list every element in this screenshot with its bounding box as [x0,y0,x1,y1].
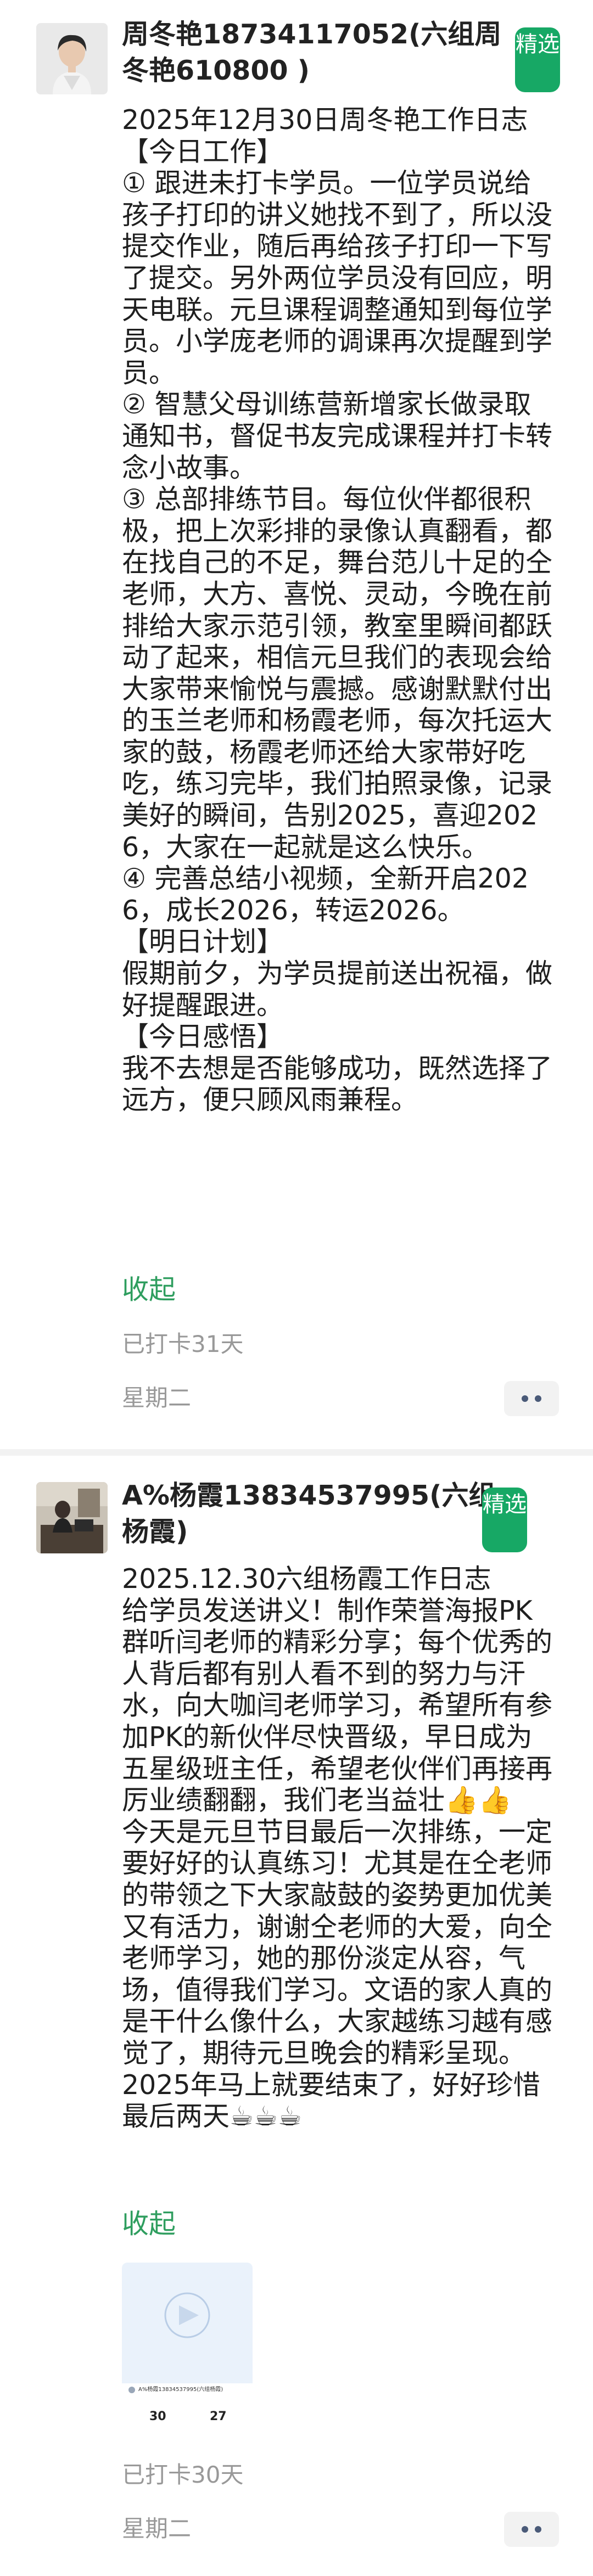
thumbnail-title: A%杨霞13834537995(六组杨霞) [138,2387,223,2393]
username[interactable]: 周冬艳18734117052(六组周 冬艳610800 ) [122,16,506,89]
more-options-button[interactable] [504,1381,559,1416]
more-options-button[interactable] [504,2512,559,2547]
thumbnail-stat: 30 [149,2410,166,2423]
collapse-link[interactable]: 收起 [122,2208,176,2241]
post-weekday: 星期二 [122,2515,192,2542]
post-content: 2025.12.30六组杨霞工作日志 给学员发送讲义！制作荣誉海报PK群听闫老师… [122,1563,553,2132]
dot-icon [535,2526,541,2533]
collapse-link[interactable]: 收起 [122,1273,176,1306]
divider [0,1449,593,1456]
post-card: 周冬艳18734117052(六组周 冬艳610800 ) 精选 2025年12… [0,0,593,1460]
username-line: 冬艳610800 ) [122,55,310,86]
dot-icon [535,1395,541,1402]
dot-icon [522,2526,528,2533]
thumbnail-image [122,2263,253,2434]
username[interactable]: A%杨霞13834537995(六组 杨霞) [122,1478,506,1550]
user-avatar[interactable] [36,23,108,94]
username-line: 杨霞) [122,1516,188,1547]
video-thumbnail[interactable]: A%杨霞13834537995(六组杨霞) 30 27 [122,2263,253,2434]
checkin-count: 已打卡30天 [122,2461,244,2488]
username-line: A%杨霞13834537995(六组 [122,1480,496,1511]
thumbnail-stat: 27 [210,2410,227,2423]
post-content: 2025年12月30日周冬艳工作日志 【今日工作】 ① 跟进未打卡学员。一位学员… [122,104,553,1116]
dot-icon [522,1395,528,1402]
username-line: 周冬艳18734117052(六组周 [122,19,502,50]
featured-badge: 精选 [515,27,560,92]
checkin-count: 已打卡31天 [122,1331,244,1357]
post-card: A%杨霞13834537995(六组 杨霞) 精选 2025.12.30六组杨霞… [0,1460,593,2576]
post-weekday: 星期二 [122,1384,192,1411]
user-avatar[interactable] [36,1482,108,1553]
featured-badge: 精选 [482,1488,527,1552]
